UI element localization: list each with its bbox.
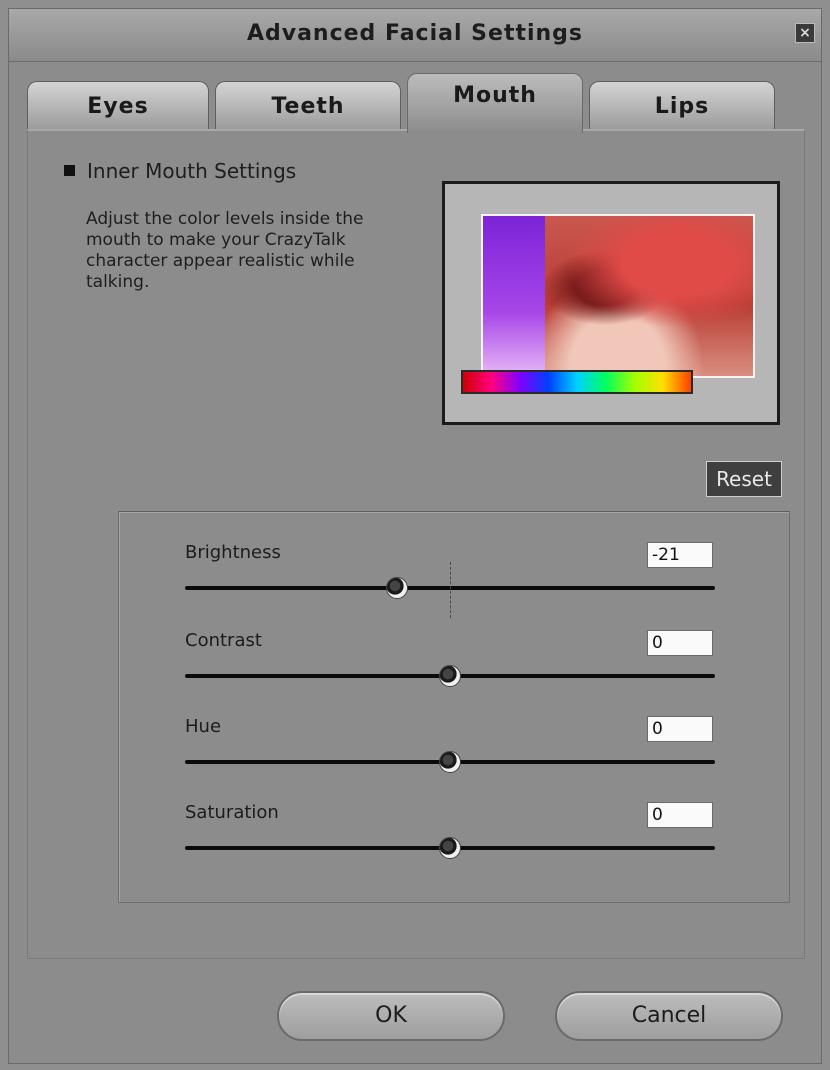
brightness-slider-thumb[interactable] — [386, 577, 408, 599]
contrast-label: Contrast — [185, 630, 262, 651]
slider-row-brightness: Brightness -21 — [119, 542, 789, 626]
saturation-value-field[interactable]: 0 — [647, 802, 713, 828]
hue-slider-thumb[interactable] — [439, 751, 461, 773]
mouth-settings-panel: Inner Mouth Settings Adjust the color le… — [27, 129, 805, 959]
inner-mouth-image — [481, 214, 755, 378]
saturation-slider-track[interactable] — [185, 837, 715, 859]
section-description: Adjust the color levels inside the mouth… — [86, 209, 364, 292]
center-marker — [450, 562, 452, 618]
contrast-slider-track[interactable] — [185, 665, 715, 687]
title-bar: Advanced Facial Settings × — [9, 9, 821, 62]
saturation-slider-thumb[interactable] — [439, 837, 461, 859]
saturation-label: Saturation — [185, 802, 279, 823]
tab-lips[interactable]: Lips — [589, 81, 775, 129]
tab-bar: Eyes Teeth Mouth Lips — [27, 73, 787, 133]
hue-value-field[interactable]: 0 — [647, 716, 713, 742]
advanced-facial-settings-window: Advanced Facial Settings × Eyes Teeth Mo… — [8, 8, 822, 1064]
bullet-icon — [64, 165, 75, 176]
slider-group: Brightness -21 Contrast 0 Hue 0 Saturati… — [118, 511, 790, 903]
hue-slider-track[interactable] — [185, 751, 715, 773]
close-icon[interactable]: × — [795, 23, 815, 43]
mouth-preview — [442, 181, 780, 425]
contrast-slider-thumb[interactable] — [439, 665, 461, 687]
brightness-value-field[interactable]: -21 — [647, 542, 713, 568]
color-overlay-region — [483, 216, 545, 376]
tab-eyes[interactable]: Eyes — [27, 81, 209, 129]
reset-button[interactable]: Reset — [706, 461, 782, 497]
slider-row-hue: Hue 0 — [119, 716, 789, 800]
tab-mouth[interactable]: Mouth — [407, 73, 583, 133]
window-title: Advanced Facial Settings — [246, 21, 584, 46]
contrast-value-field[interactable]: 0 — [647, 630, 713, 656]
tab-teeth[interactable]: Teeth — [215, 81, 401, 129]
ok-button[interactable]: OK — [277, 991, 505, 1041]
hue-spectrum-bar — [461, 370, 693, 394]
cancel-button[interactable]: Cancel — [555, 991, 783, 1041]
slider-row-contrast: Contrast 0 — [119, 630, 789, 714]
hue-label: Hue — [185, 716, 222, 737]
brightness-label: Brightness — [185, 542, 281, 563]
section-heading-text: Inner Mouth Settings — [87, 159, 297, 183]
section-heading: Inner Mouth Settings — [64, 159, 296, 183]
brightness-slider-track[interactable] — [185, 562, 715, 618]
slider-row-saturation: Saturation 0 — [119, 802, 789, 886]
